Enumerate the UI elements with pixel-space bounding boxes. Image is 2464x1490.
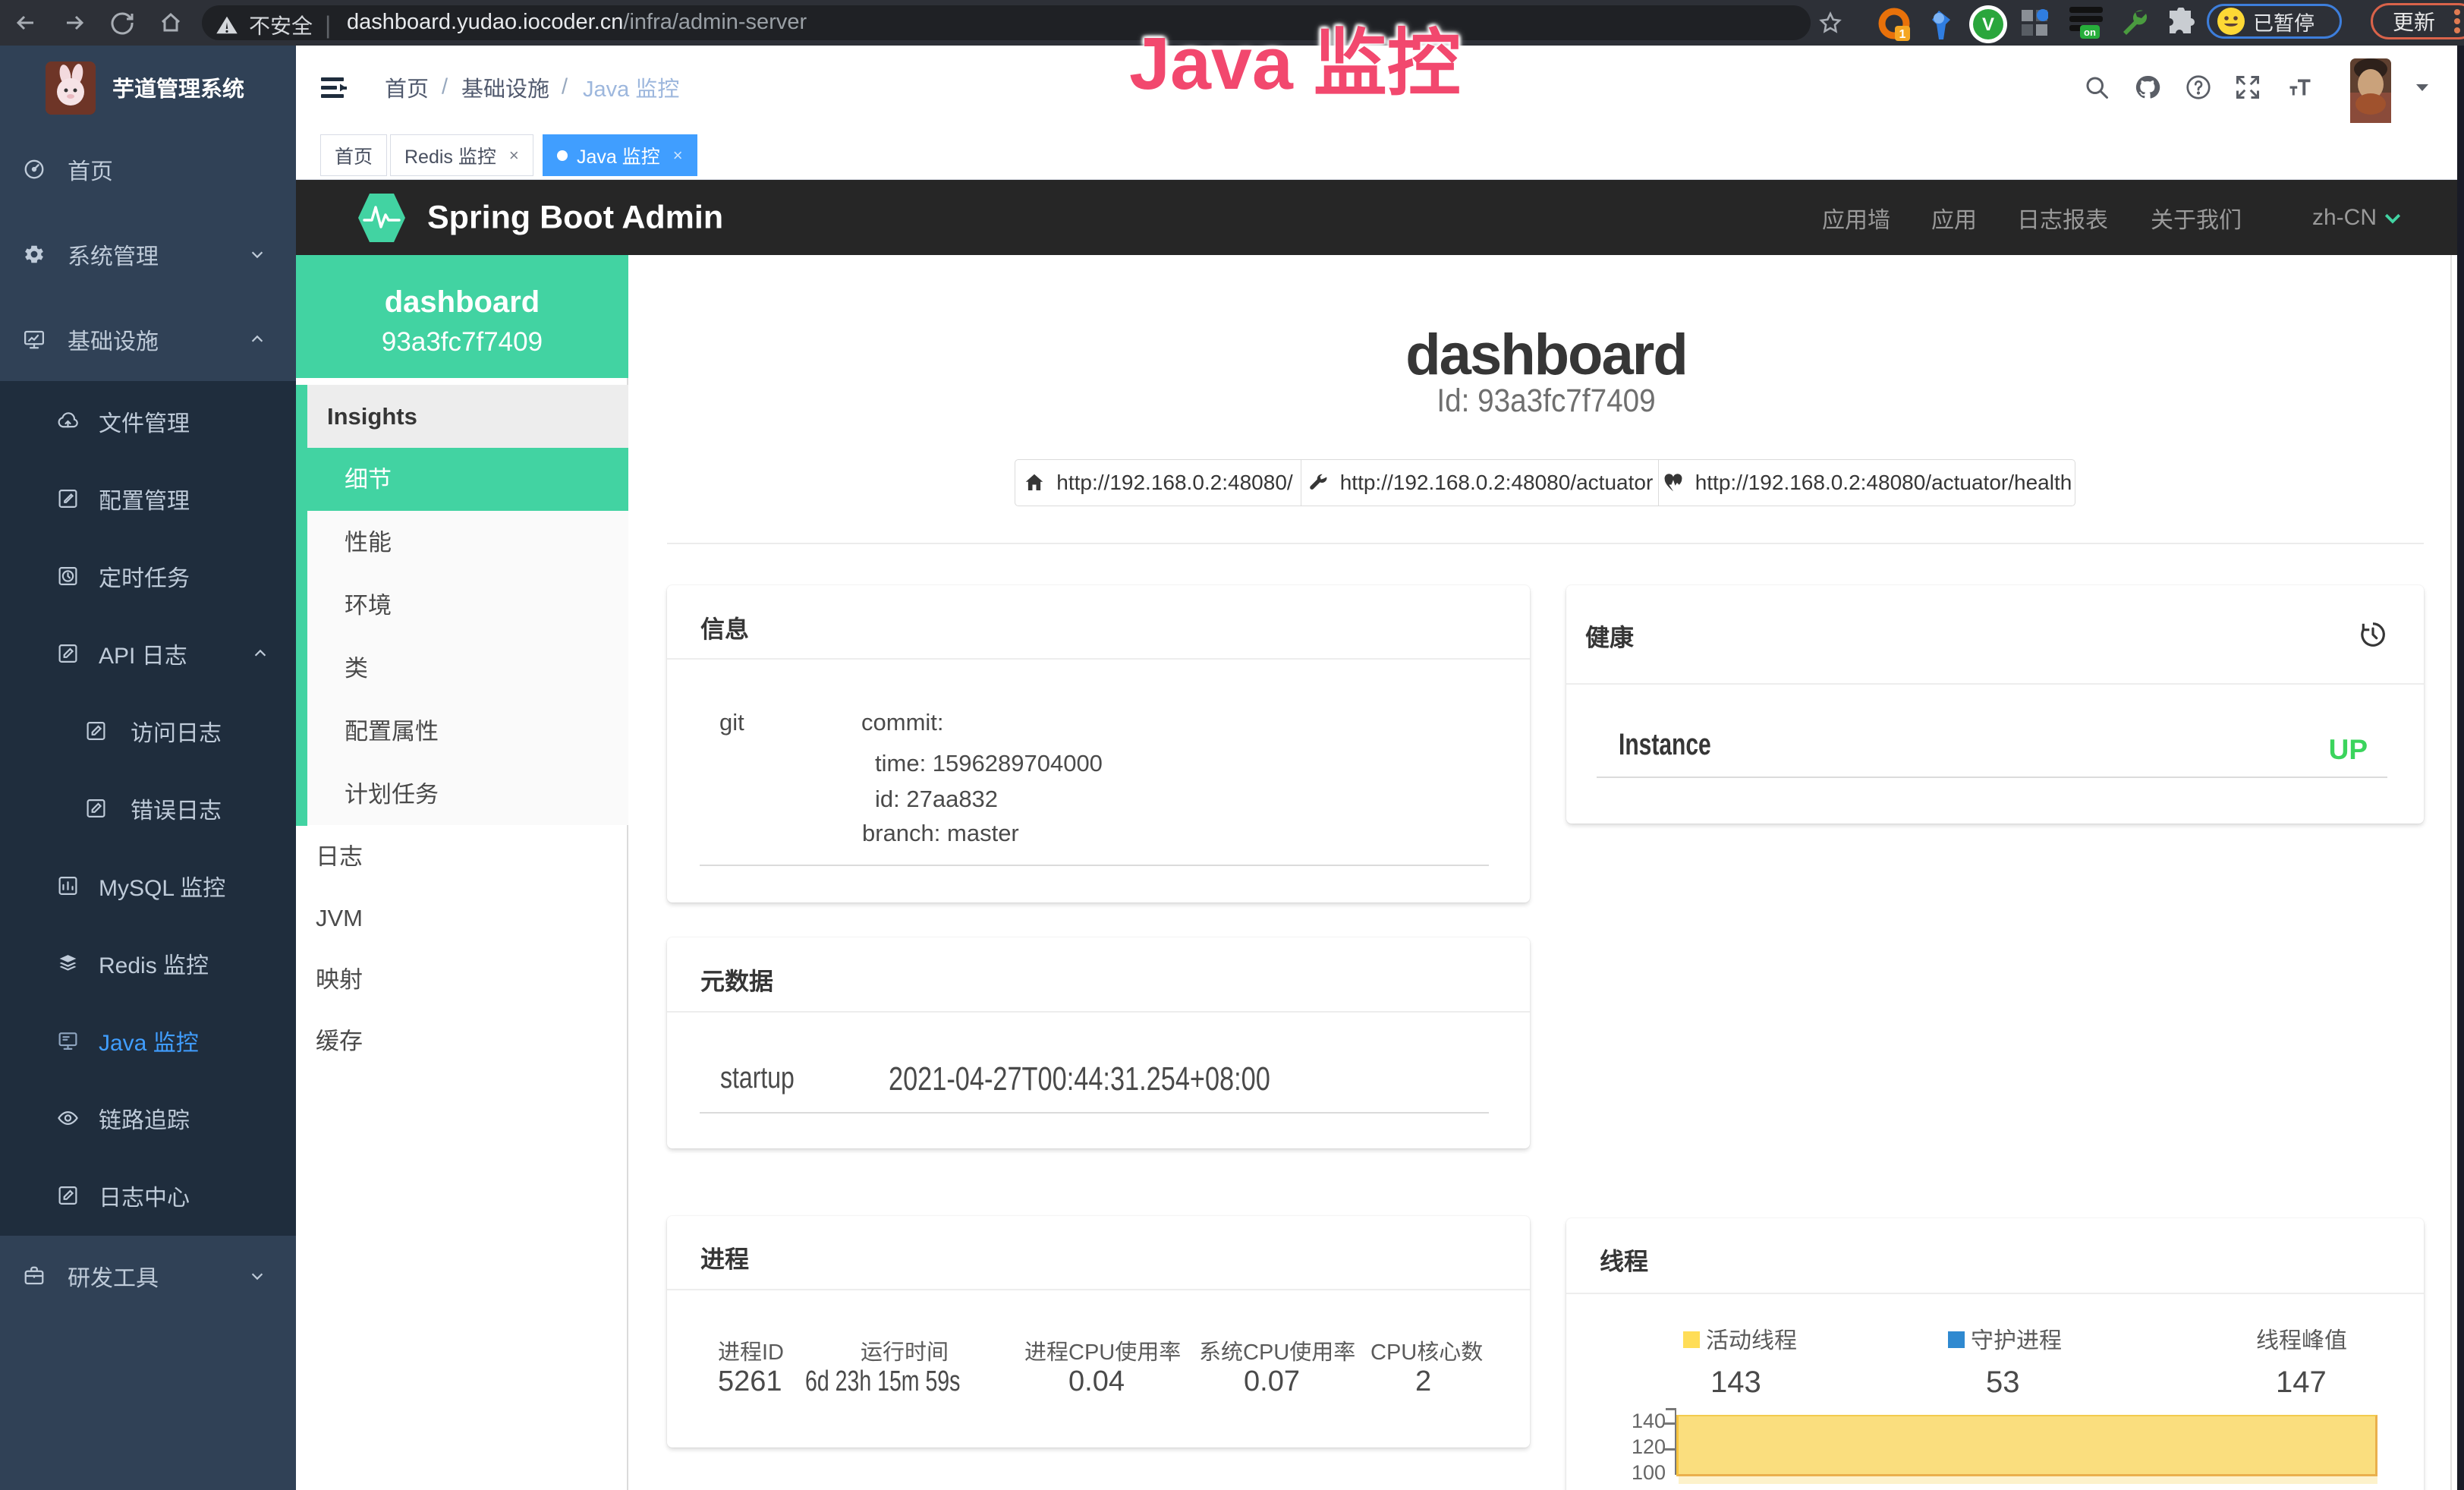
svg-text:on: on bbox=[2084, 27, 2096, 38]
svg-text:1: 1 bbox=[1899, 28, 1906, 41]
svg-text:V: V bbox=[1982, 14, 1994, 35]
